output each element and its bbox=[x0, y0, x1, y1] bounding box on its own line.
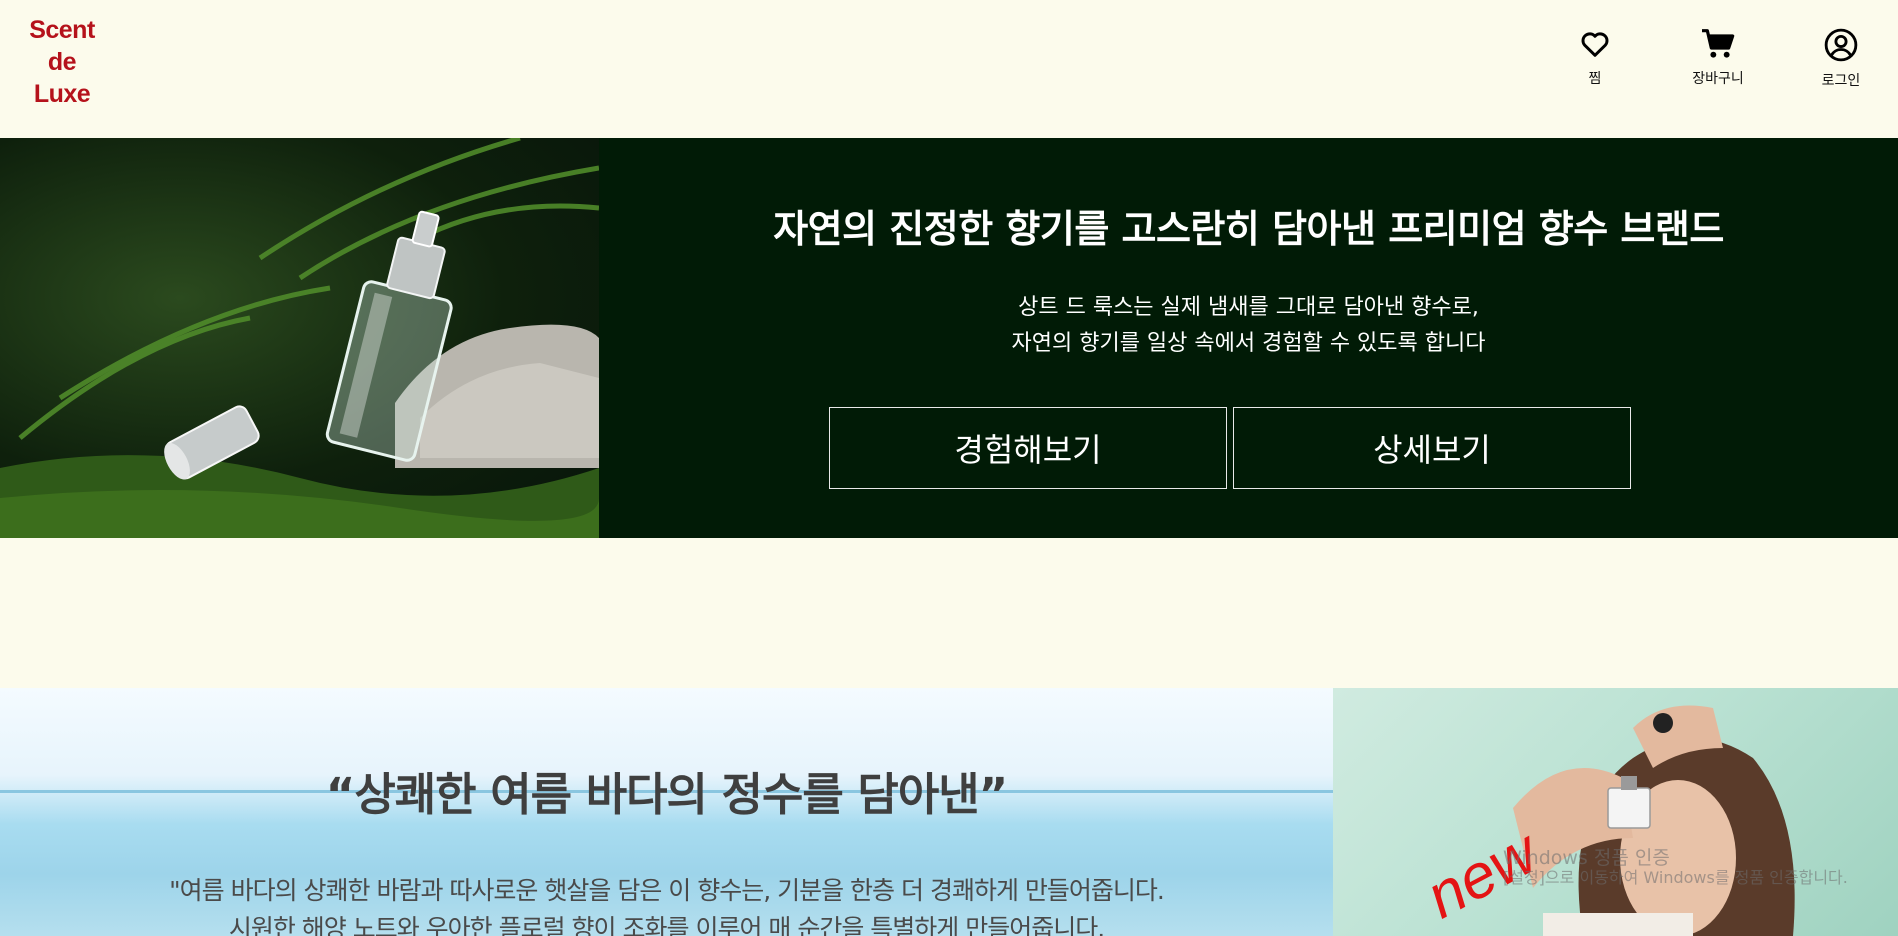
summer-title: “상쾌한 여름 바다의 정수를 담아낸” bbox=[325, 768, 1008, 821]
logo-line-3: Luxe bbox=[33, 80, 91, 108]
heart-icon bbox=[1581, 32, 1609, 57]
perfume-bottle-photo bbox=[0, 138, 599, 538]
wishlist-button[interactable]: 찜 bbox=[1540, 28, 1650, 88]
windows-activation-watermark: Windows 정품 인증 [설정]으로 이동하여 Windows를 정품 인증… bbox=[1503, 848, 1848, 888]
summer-description-line-1: "여름 바다의 상쾌한 바람과 따사로운 햇살을 담은 이 향수는, 기분을 한… bbox=[169, 876, 1165, 905]
wishlist-label: 찜 bbox=[1588, 71, 1602, 87]
experience-button[interactable]: 경험해보기 bbox=[829, 407, 1227, 489]
cart-icon bbox=[1702, 29, 1735, 58]
watermark-subtitle: [설정]으로 이동하여 Windows를 정품 인증합니다. bbox=[1503, 868, 1848, 887]
hero-description-line-2: 자연의 향기를 일상 속에서 경험할 수 있도록 합니다 bbox=[1011, 331, 1486, 356]
watermark-title: Windows 정품 인증 bbox=[1503, 847, 1670, 869]
model-holding-perfume-photo bbox=[1333, 688, 1898, 936]
logo-line-1: Scent bbox=[29, 16, 95, 44]
hero-banner: 자연의 진정한 향기를 고스란히 담아낸 프리미엄 향수 브랜드 상트 드 룩스… bbox=[0, 138, 1898, 538]
logo-line-2: de bbox=[47, 48, 77, 76]
hero-description: 상트 드 룩스는 실제 냄새를 그대로 담아낸 향수로, 자연의 향기를 일상 … bbox=[599, 290, 1898, 362]
brand-logo[interactable]: Scent de Luxe bbox=[22, 14, 102, 110]
summer-description: "여름 바다의 상쾌한 바람과 따사로운 햇살을 담은 이 향수는, 기분을 한… bbox=[0, 872, 1333, 936]
user-circle-icon bbox=[1824, 28, 1858, 62]
cart-label: 장바구니 bbox=[1692, 71, 1744, 87]
login-label: 로그인 bbox=[1821, 73, 1861, 89]
cart-button[interactable]: 장바구니 bbox=[1663, 28, 1773, 88]
hero-description-line-1: 상트 드 룩스는 실제 냄새를 그대로 담아낸 향수로, bbox=[1018, 295, 1479, 320]
details-button[interactable]: 상세보기 bbox=[1233, 407, 1631, 489]
summer-collection-section: “상쾌한 여름 바다의 정수를 담아낸” "여름 바다의 상쾌한 바람과 따사로… bbox=[0, 688, 1898, 936]
site-header: Scent de Luxe 찜 장바구니 로그인 bbox=[0, 0, 1898, 138]
login-button[interactable]: 로그인 bbox=[1786, 28, 1896, 90]
hero-title: 자연의 진정한 향기를 고스란히 담아낸 프리미엄 향수 브랜드 bbox=[773, 207, 1724, 251]
summer-description-line-2: 시원한 해양 노트와 우아한 플로럴 향이 조화를 이루어 매 순간을 특별하게… bbox=[228, 914, 1105, 936]
